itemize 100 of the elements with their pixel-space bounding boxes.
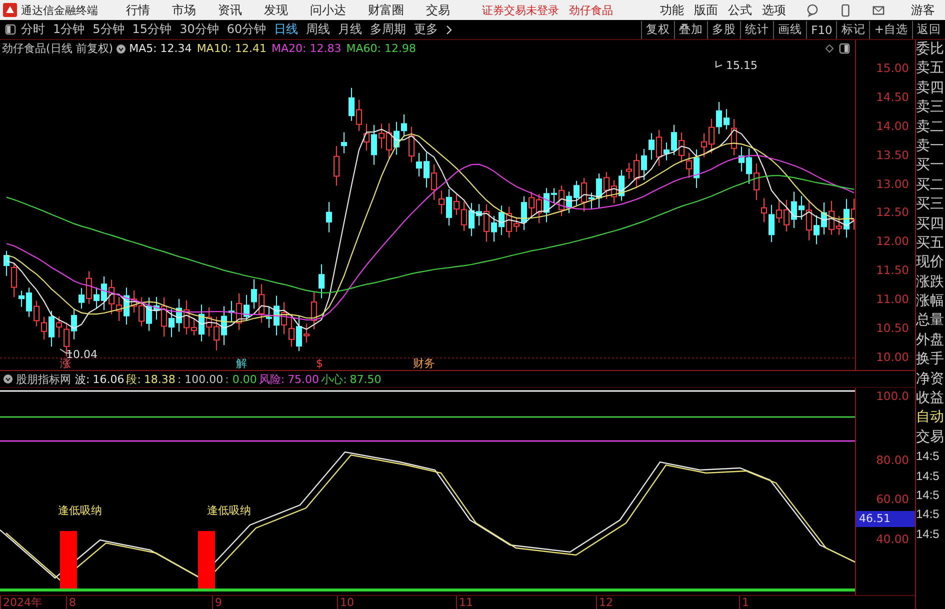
chevron-right-icon[interactable] bbox=[446, 24, 452, 34]
candlestick bbox=[716, 102, 722, 134]
trade-mode-label[interactable]: 自动 bbox=[916, 408, 945, 428]
period-tab[interactable]: 月线 bbox=[338, 21, 362, 38]
period-tab[interactable]: 周线 bbox=[306, 21, 330, 38]
candlestick bbox=[326, 202, 332, 233]
diamond-icon[interactable] bbox=[825, 44, 834, 53]
candlestick bbox=[664, 142, 670, 161]
candlestick bbox=[454, 192, 460, 216]
menu-item[interactable]: 行情 bbox=[126, 2, 150, 18]
menu-item[interactable]: 交易 bbox=[426, 2, 450, 18]
price-axis-label: 12.50 bbox=[875, 204, 910, 222]
candlestick bbox=[334, 146, 340, 186]
quote-field-label: 买三 bbox=[916, 195, 945, 214]
dropdown-circle-icon[interactable] bbox=[116, 44, 126, 54]
stock-name: 劲仔食品 bbox=[569, 2, 613, 18]
event-marker[interactable]: 涨 bbox=[60, 358, 71, 370]
quote-field-label: 现价 bbox=[916, 253, 945, 272]
date-axis-label: 2024年 bbox=[0, 596, 42, 609]
phone-icon[interactable] bbox=[839, 4, 852, 16]
envelope-icon[interactable] bbox=[872, 4, 885, 16]
candlestick bbox=[251, 278, 257, 310]
candlestick bbox=[678, 132, 684, 164]
menu-item[interactable]: 功能 bbox=[660, 2, 684, 18]
candlestick bbox=[386, 122, 392, 160]
user-label[interactable]: 游客 bbox=[911, 2, 935, 18]
candlestick bbox=[806, 200, 812, 241]
quote-field-label: 总量 bbox=[916, 311, 945, 330]
candlestick bbox=[281, 302, 287, 335]
indicator-value: 16.06 bbox=[92, 372, 124, 386]
candlestick bbox=[566, 191, 572, 214]
indicator-value: : 0.00 bbox=[225, 372, 257, 386]
event-marker[interactable]: 解 bbox=[236, 358, 247, 370]
candlestick bbox=[476, 204, 482, 226]
candlestick bbox=[154, 296, 160, 320]
menu-item[interactable]: 财富圈 bbox=[368, 2, 404, 18]
candlestick bbox=[78, 288, 84, 310]
moving-average-value: MA60: 12.98 bbox=[346, 42, 416, 55]
candlestick bbox=[48, 310, 54, 348]
dropdown-circle-icon[interactable] bbox=[3, 374, 13, 384]
date-axis-label: 9 bbox=[212, 596, 222, 609]
period-tab[interactable]: 1分钟 bbox=[53, 21, 85, 38]
candlestick bbox=[258, 284, 264, 324]
panel-toggle-icon[interactable] bbox=[5, 24, 16, 35]
period-tab[interactable]: 更多 bbox=[414, 21, 438, 38]
candlestick bbox=[168, 308, 174, 338]
candlestick bbox=[784, 199, 790, 232]
candlestick bbox=[431, 164, 437, 200]
menu-item[interactable]: 问小达 bbox=[310, 2, 346, 18]
candlestick bbox=[574, 180, 580, 206]
candlestick bbox=[228, 300, 234, 322]
candlestick bbox=[408, 126, 414, 163]
period-tab[interactable]: 15分钟 bbox=[132, 21, 172, 38]
candlestick bbox=[536, 194, 542, 224]
candlestick bbox=[108, 279, 114, 315]
candlestick bbox=[791, 191, 797, 229]
event-marker[interactable]: 财务 bbox=[413, 358, 435, 370]
period-tab[interactable]: 30分钟 bbox=[180, 21, 219, 38]
event-marker[interactable]: $ bbox=[316, 358, 323, 370]
menu-item[interactable]: 市场 bbox=[172, 2, 196, 18]
candlestick bbox=[244, 294, 250, 322]
quote-field-label: 卖三 bbox=[916, 98, 945, 118]
menu-item[interactable]: 选项 bbox=[762, 2, 786, 18]
quote-field-label: 卖四 bbox=[916, 78, 945, 98]
candlestick bbox=[304, 323, 310, 344]
candlestick bbox=[214, 316, 220, 351]
panel-toggle-icon[interactable] bbox=[839, 43, 850, 54]
candlestick bbox=[701, 132, 707, 158]
price-axis-label: 15.00 bbox=[875, 60, 910, 77]
candlestick bbox=[26, 287, 32, 318]
candlestick bbox=[438, 190, 444, 215]
chat-bubble-icon[interactable] bbox=[806, 4, 819, 16]
price-leader-line bbox=[716, 60, 722, 68]
candlestick bbox=[491, 215, 497, 242]
candlestick bbox=[581, 177, 587, 212]
trade-mode-label[interactable]: 交易 bbox=[916, 428, 945, 448]
candlestick bbox=[611, 180, 617, 204]
login-notice[interactable]: 证券交易未登录 bbox=[482, 2, 559, 18]
price-axis-label: 14.00 bbox=[875, 118, 910, 135]
menu-item[interactable]: 资讯 bbox=[218, 2, 242, 18]
candlestick bbox=[604, 171, 610, 200]
period-tab[interactable]: 多周期 bbox=[370, 21, 406, 38]
menu-item[interactable]: 公式 bbox=[728, 2, 752, 18]
candlestick bbox=[768, 204, 774, 243]
date-axis-label: 1 bbox=[739, 596, 749, 609]
quote-field-label: 外盘 bbox=[916, 330, 945, 350]
period-tab[interactable]: 日线 bbox=[274, 21, 298, 38]
candlestick bbox=[176, 298, 182, 332]
period-tab[interactable]: 分时 bbox=[21, 21, 45, 38]
indicator-value: : 100.00 bbox=[177, 372, 224, 386]
candlestick bbox=[371, 124, 377, 166]
quote-field-label: 买一 bbox=[916, 156, 945, 176]
candlestick bbox=[184, 300, 190, 336]
menu-item[interactable]: 版面 bbox=[694, 2, 718, 18]
menu-item[interactable]: 发现 bbox=[264, 2, 288, 18]
candlestick bbox=[161, 296, 167, 338]
candlestick bbox=[708, 118, 714, 154]
period-tab[interactable]: 5分钟 bbox=[92, 21, 124, 38]
quote-field-label: 卖一 bbox=[916, 136, 945, 156]
period-tab[interactable]: 60分钟 bbox=[226, 21, 266, 38]
